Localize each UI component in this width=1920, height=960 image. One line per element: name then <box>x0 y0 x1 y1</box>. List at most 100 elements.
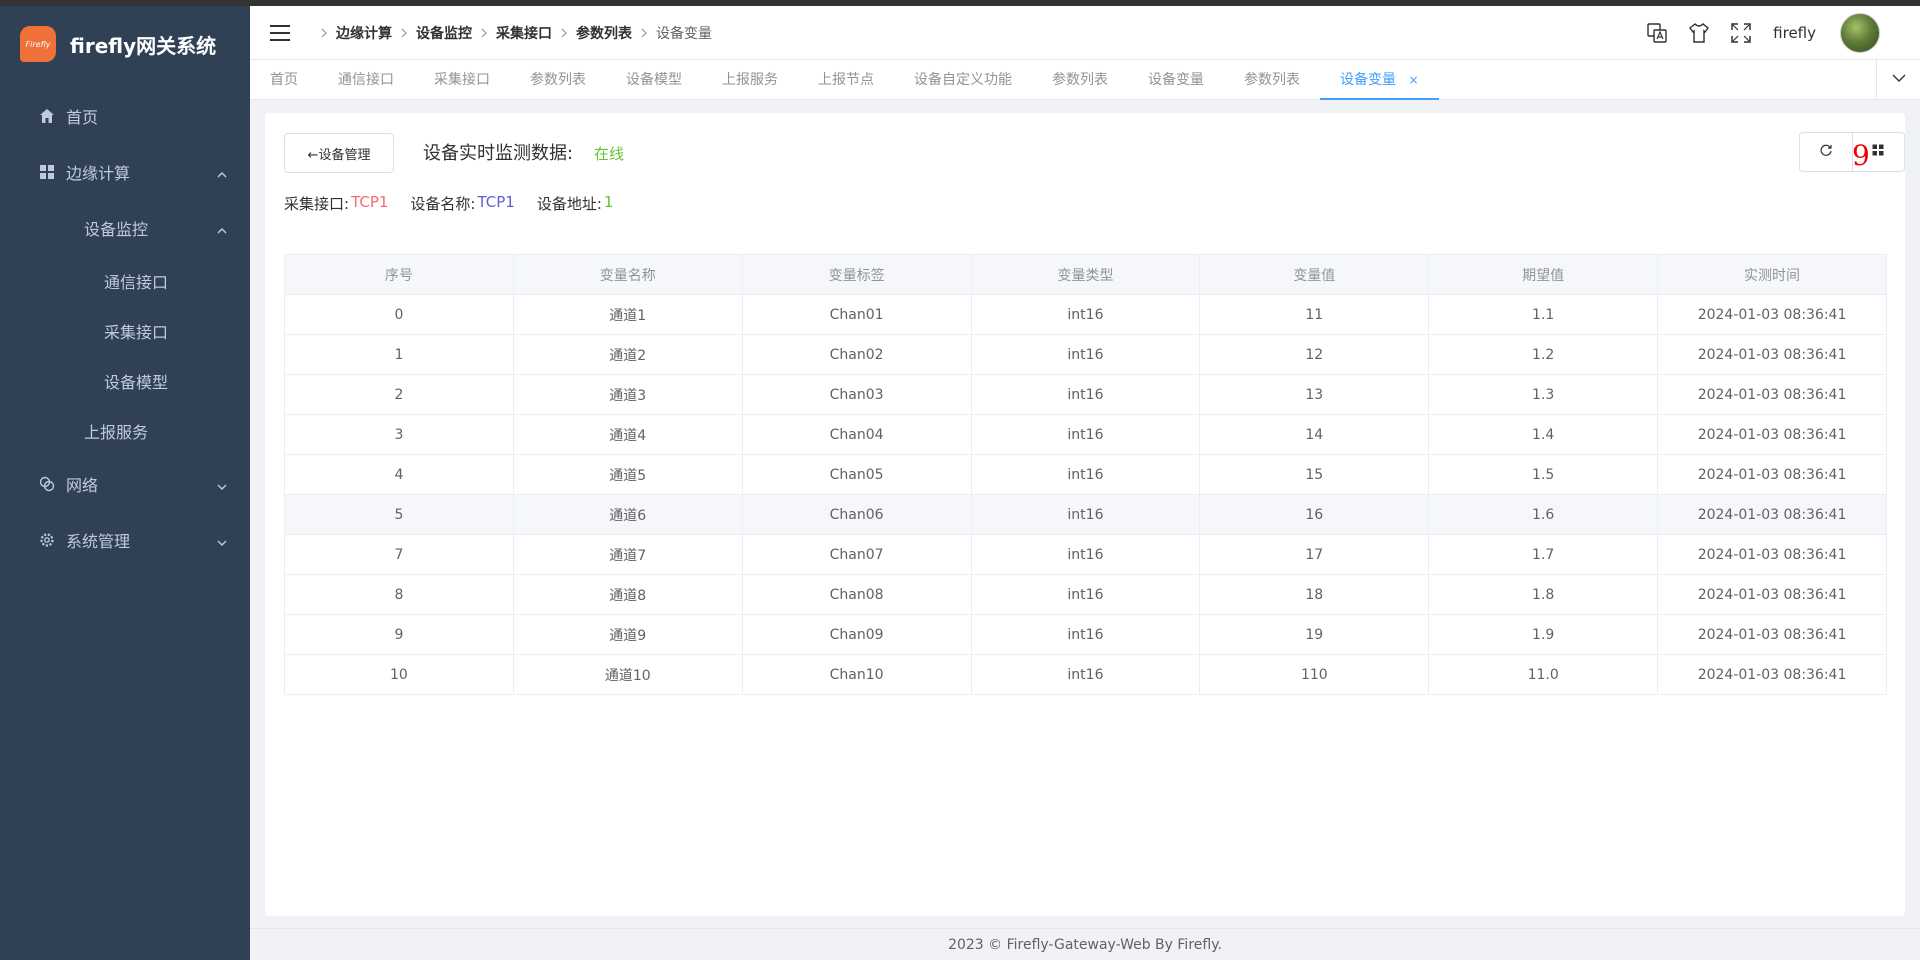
table-cell: int16 <box>970 414 1201 455</box>
table-row[interactable]: 9 通道9 Chan09 int16 19 1.9 2024-01-03 08:… <box>284 614 1887 655</box>
table-cell: Chan03 <box>741 374 972 415</box>
sidebar-item-system[interactable]: 系统管理 <box>0 512 250 568</box>
tab-param-list[interactable]: 参数列表 <box>510 60 606 100</box>
tab-label: 上报节点 <box>818 72 874 88</box>
sidebar-item-home[interactable]: 首页 <box>0 88 250 144</box>
shirt-icon[interactable] <box>1687 21 1711 45</box>
column-header[interactable]: 变量值 <box>1199 254 1430 295</box>
table-cell: int16 <box>970 574 1201 615</box>
sidebar-item-collect-interface[interactable]: 采集接口 <box>0 306 250 356</box>
table-cell: 1.9 <box>1428 614 1659 655</box>
table-cell: Chan07 <box>741 534 972 575</box>
table-cell: 4 <box>284 454 514 495</box>
sidebar-item-device-monitor[interactable]: 设备监控 <box>0 200 250 256</box>
app-title: firefly网关系统 <box>70 33 217 58</box>
sidebar-item-label: 设备监控 <box>84 220 149 239</box>
table-cell: 11.0 <box>1428 654 1659 695</box>
breadcrumb-item[interactable]: 设备监控 <box>416 23 472 43</box>
tab-label: 设备模型 <box>626 72 682 88</box>
table-cell: 7 <box>284 534 514 575</box>
sidebar-item-label: 边缘计算 <box>66 164 131 183</box>
table-row[interactable]: 1 通道2 Chan02 int16 12 1.2 2024-01-03 08:… <box>284 334 1887 375</box>
table-cell: int16 <box>970 534 1201 575</box>
refresh-button[interactable] <box>1800 133 1852 171</box>
tab-report-node[interactable]: 上报节点 <box>798 60 894 100</box>
chevron-right-icon <box>636 25 652 41</box>
table-cell: int16 <box>970 374 1201 415</box>
tab-param-list-3[interactable]: 参数列表 <box>1224 60 1320 100</box>
sidebar-item-report-service[interactable]: 上报服务 <box>0 406 250 456</box>
table-cell: 2024-01-03 08:36:41 <box>1657 494 1887 535</box>
table-cell: 通道9 <box>512 614 743 655</box>
logo-badge: Firefly <box>20 26 56 62</box>
table-row[interactable]: 4 通道5 Chan05 int16 15 1.5 2024-01-03 08:… <box>284 454 1887 495</box>
translate-icon[interactable] <box>1645 21 1669 45</box>
column-header[interactable]: 序号 <box>284 254 514 295</box>
table-cell: 通道6 <box>512 494 743 535</box>
breadcrumb-item[interactable]: 参数列表 <box>576 23 632 43</box>
device-address-value: 1 <box>603 193 614 211</box>
column-header[interactable]: 变量名称 <box>512 254 743 295</box>
table-cell: 1.8 <box>1428 574 1659 615</box>
tabs-dropdown-button[interactable] <box>1876 60 1920 100</box>
footer: 2023 © Firefly-Gateway-Web By Firefly. <box>250 928 1920 960</box>
table-cell: 1 <box>284 334 514 375</box>
table-cell: 12 <box>1199 334 1430 375</box>
tab-device-custom-func[interactable]: 设备自定义功能 <box>894 60 1032 100</box>
table-cell: 1.2 <box>1428 334 1659 375</box>
avatar[interactable] <box>1840 13 1880 53</box>
device-name-label: 设备名称: <box>410 195 476 213</box>
tab-param-list-2[interactable]: 参数列表 <box>1032 60 1128 100</box>
table-row[interactable]: 10 通道10 Chan10 int16 110 11.0 2024-01-03… <box>284 654 1887 695</box>
table-cell: 110 <box>1199 654 1430 695</box>
table-cell: int16 <box>970 294 1201 335</box>
breadcrumb-item[interactable]: 边缘计算 <box>336 23 392 43</box>
tab-device-variable-active[interactable]: 设备变量 × <box>1320 60 1439 100</box>
table-row[interactable]: 0 通道1 Chan01 int16 11 1.1 2024-01-03 08:… <box>284 294 1887 335</box>
column-header[interactable]: 实测时间 <box>1657 254 1887 295</box>
sidebar-item-edge[interactable]: 边缘计算 <box>0 144 250 200</box>
sidebar-item-label: 首页 <box>66 108 99 127</box>
tab-device-model[interactable]: 设备模型 <box>606 60 702 100</box>
logo-text: Firefly <box>25 39 51 49</box>
collect-interface-label: 采集接口: <box>284 195 350 213</box>
collect-interface-value: TCP1 <box>351 193 389 211</box>
column-header[interactable]: 期望值 <box>1428 254 1659 295</box>
table-row[interactable]: 7 通道7 Chan07 int16 17 1.7 2024-01-03 08:… <box>284 534 1887 575</box>
tab-home[interactable]: 首页 <box>250 60 318 100</box>
tab-collect-interface[interactable]: 采集接口 <box>414 60 510 100</box>
tab-label: 首页 <box>270 72 298 88</box>
tabs-bar: 首页 通信接口 采集接口 参数列表 设备模型 上报服务 上报节点 设备自定义功能… <box>250 60 1920 100</box>
table-row[interactable]: 2 通道3 Chan03 int16 13 1.3 2024-01-03 08:… <box>284 374 1887 415</box>
table-cell: 13 <box>1199 374 1430 415</box>
table-row-hovered[interactable]: 5 通道6 Chan06 int16 16 1.6 2024-01-03 08:… <box>284 494 1887 535</box>
table-cell: 5 <box>284 494 514 535</box>
breadcrumb-item[interactable]: 采集接口 <box>496 23 552 43</box>
table-cell: 1.5 <box>1428 454 1659 495</box>
tab-device-variable[interactable]: 设备变量 <box>1128 60 1224 100</box>
sidebar-item-comm-interface[interactable]: 通信接口 <box>0 256 250 306</box>
chevron-right-icon <box>556 25 572 41</box>
fullscreen-icon[interactable] <box>1729 21 1753 45</box>
close-icon[interactable]: × <box>1408 73 1418 87</box>
table-row[interactable]: 8 通道8 Chan08 int16 18 1.8 2024-01-03 08:… <box>284 574 1887 615</box>
hamburger-icon[interactable] <box>270 24 290 41</box>
column-header[interactable]: 变量标签 <box>741 254 972 295</box>
table-cell: 1.4 <box>1428 414 1659 455</box>
table-cell: 8 <box>284 574 514 615</box>
sidebar-item-label: 采集接口 <box>104 323 169 342</box>
sidebar-item-network[interactable]: 网络 <box>0 456 250 512</box>
table-row[interactable]: 3 通道4 Chan04 int16 14 1.4 2024-01-03 08:… <box>284 414 1887 455</box>
back-to-device-management-button[interactable]: ←设备管理 <box>284 133 394 173</box>
sidebar-item-device-model[interactable]: 设备模型 <box>0 356 250 406</box>
table-cell: int16 <box>970 454 1201 495</box>
table-cell: Chan04 <box>741 414 972 455</box>
column-header[interactable]: 变量类型 <box>970 254 1201 295</box>
tab-report-service[interactable]: 上报服务 <box>702 60 798 100</box>
table-header-row: 序号 变量名称 变量标签 变量类型 变量值 期望值 实测时间 <box>284 254 1887 295</box>
table-cell: 通道7 <box>512 534 743 575</box>
table-cell: 通道3 <box>512 374 743 415</box>
username[interactable]: firefly <box>1773 24 1816 42</box>
tab-comm-interface[interactable]: 通信接口 <box>318 60 414 100</box>
table-cell: 0 <box>284 294 514 335</box>
